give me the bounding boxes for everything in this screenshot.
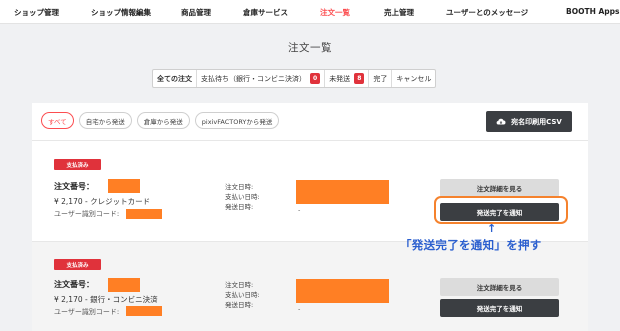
tab-unshipped[interactable]: 未発送 8 [325,70,370,87]
status-badge: 支払済み [54,159,101,170]
nav-order-list[interactable]: 注文一覧 [320,7,350,18]
status-badge: 支払済み [54,259,101,270]
ship-date-value: - [298,305,301,313]
count-badge: 8 [354,73,365,84]
cloud-download-icon [496,118,506,125]
address-csv-button[interactable]: 宛名印刷用CSV [486,111,572,132]
view-order-details-button[interactable]: 注文詳細を見る [440,179,559,197]
date-labels: 注文日時: 支払い日時: 発送日時: [225,281,260,309]
filter-all[interactable]: すべて [41,112,74,129]
page-title: 注文一覧 [288,42,332,54]
tab-completed[interactable]: 完了 [369,70,393,87]
nav-user-messages[interactable]: ユーザーとのメッセージ [446,7,528,18]
redacted-order-number [108,179,140,193]
user-code-label: ユーザー識別コード: [54,308,120,316]
redacted-user-code [126,209,162,219]
filter-ship-from-pixivfactory[interactable]: pixivFACTORYから発送 [194,112,280,129]
order-number-label: 注文番号： [54,280,94,289]
notify-shipped-button[interactable]: 発送完了を通知 [440,299,559,317]
order-row: 支払済み 注文番号： ¥ 2,170 - クレジットカード ユーザー識別コード:… [32,149,588,241]
count-badge: 0 [310,73,321,84]
ship-date-value: - [298,206,301,214]
price-and-method: ¥ 2,170 - クレジットカード [54,197,151,206]
redacted-dates [296,180,389,204]
nav-shop-management[interactable]: ショップ管理 [14,7,59,18]
filter-ship-from-home[interactable]: 自宅から発送 [78,112,132,129]
order-number-label: 注文番号： [54,182,94,191]
view-order-details-button[interactable]: 注文詳細を見る [440,278,559,296]
highlight-box [434,196,568,224]
shipping-filter-group: すべて 自宅から発送 倉庫から発送 pixivFACTORYから発送 [41,112,280,129]
price-and-method: ¥ 2,170 - 銀行・コンビニ決済 [54,295,158,304]
order-row: 支払済み 注文番号： ¥ 2,170 - 銀行・コンビニ決済 ユーザー識別コード… [32,242,588,331]
redacted-dates [296,279,389,303]
tab-awaiting-payment[interactable]: 支払待ち（銀行・コンビニ決済） 0 [197,70,326,87]
date-labels: 注文日時: 支払い日時: 発送日時: [225,183,260,211]
user-code-label: ユーザー識別コード: [54,210,120,218]
tab-all-orders[interactable]: 全ての注文 [153,70,197,87]
divider [32,140,588,141]
up-arrow-icon: ↑ [487,222,497,235]
instruction-text: 「発送完了を通知」を押す [400,238,542,252]
nav-warehouse-service[interactable]: 倉庫サービス [243,7,288,18]
tab-cancelled[interactable]: キャンセル [392,70,435,87]
redacted-order-number [108,278,140,292]
redacted-user-code [126,306,162,316]
nav-shop-info-edit[interactable]: ショップ情報編集 [91,7,151,18]
filter-ship-from-warehouse[interactable]: 倉庫から発送 [136,112,190,129]
order-status-tabs: 全ての注文 支払待ち（銀行・コンビニ決済） 0 未発送 8 完了 キャンセル [152,69,437,88]
top-navigation: ショップ管理 ショップ情報編集 商品管理 倉庫サービス 注文一覧 売上管理 ユー… [0,0,620,24]
nav-product-management[interactable]: 商品管理 [181,7,211,18]
nav-sales-management[interactable]: 売上管理 [384,7,414,18]
nav-booth-apps[interactable]: BOOTH Apps [566,7,619,16]
